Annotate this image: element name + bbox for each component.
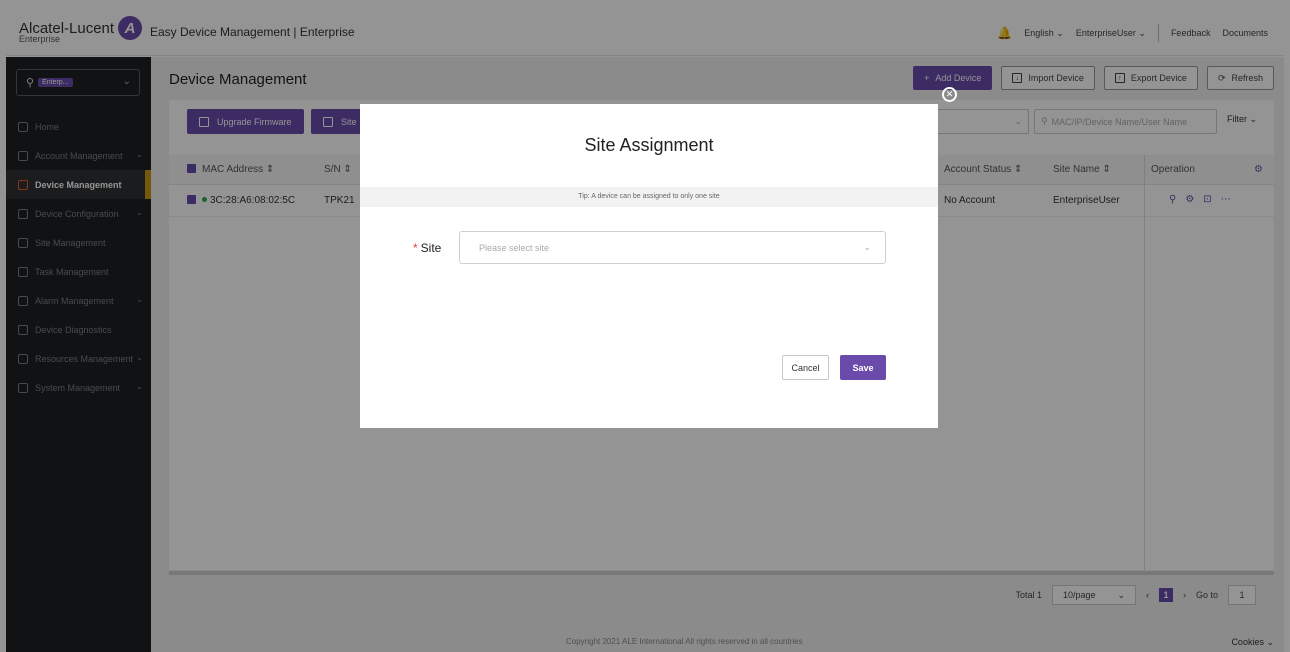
site-field-label: * Site xyxy=(413,241,442,255)
required-marker: * xyxy=(413,241,418,255)
site-select-placeholder: Please select site xyxy=(479,242,550,253)
site-assignment-modal: Site Assignment Tip: A device can be ass… xyxy=(360,104,938,428)
site-select[interactable]: Please select site ⌄ xyxy=(459,231,886,264)
chevron-down-icon: ⌄ xyxy=(863,242,871,252)
close-icon[interactable]: ✕ xyxy=(942,87,957,102)
cancel-button[interactable]: Cancel xyxy=(782,355,829,380)
modal-tip: Tip: A device can be assigned to only on… xyxy=(360,187,938,207)
save-button[interactable]: Save xyxy=(840,355,886,380)
modal-title: Site Assignment xyxy=(584,135,714,155)
